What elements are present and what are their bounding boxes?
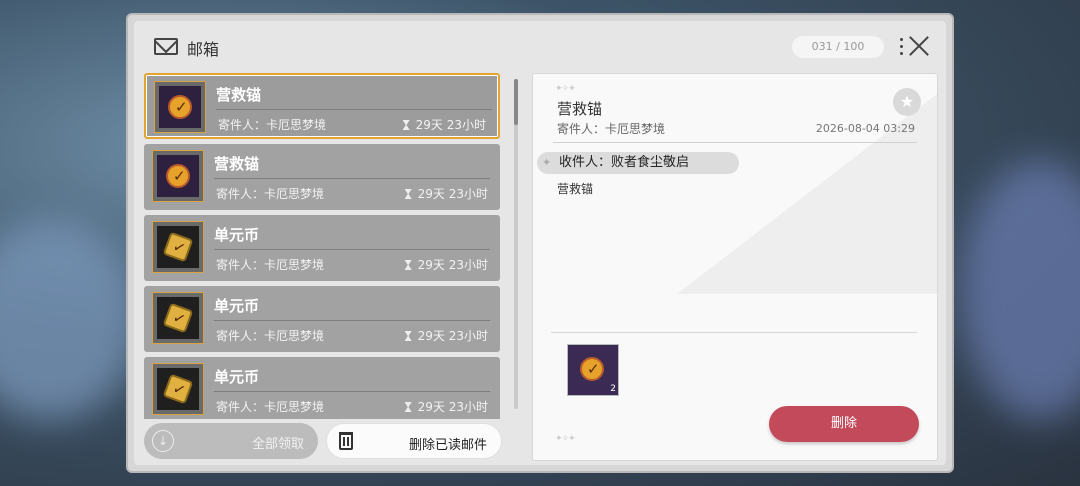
attachment-quantity: 2 <box>610 384 616 394</box>
hourglass-icon <box>402 120 410 130</box>
recipient-text: 收件人：败者食尘敬启 <box>559 155 690 170</box>
expiry-text: 29天 23小时 <box>415 118 486 132</box>
expiry-text: 29天 23小时 <box>417 258 488 272</box>
sparkle-icon: ✦✧✦ <box>555 84 576 94</box>
mailbox-panel: 邮箱 031 / 100 营救锚 寄件人：卡厄思梦境 29天 23小时 营救锚 … <box>134 21 946 465</box>
mail-item-sender: 寄件人：卡厄思梦境 <box>218 118 327 132</box>
background-blur <box>0 220 140 420</box>
mail-item-sender: 寄件人：卡厄思梦境 <box>216 329 325 343</box>
mail-item-sender: 寄件人：卡厄思梦境 <box>216 187 325 201</box>
mail-icon <box>154 38 178 55</box>
detail-title: 营救锚 <box>557 100 603 118</box>
hourglass-icon <box>404 189 412 199</box>
mail-item-name: 营救锚 <box>216 86 262 104</box>
mail-item-expiry: 29天 23小时 <box>404 185 488 202</box>
mail-detail: ✦✧✦ ✦✧✦ 营救锚 寄件人：卡厄思梦境 2026-08-04 03:29 ★… <box>532 73 938 461</box>
mail-count: 031 / 100 <box>792 36 884 58</box>
mailbox-window: 邮箱 031 / 100 营救锚 寄件人：卡厄思梦境 29天 23小时 营救锚 … <box>126 13 954 473</box>
mail-item-sender: 寄件人：卡厄思梦境 <box>216 258 325 272</box>
divider <box>214 249 490 250</box>
mail-list-scrollbar[interactable] <box>514 79 518 409</box>
hourglass-icon <box>404 331 412 341</box>
mail-item-name: 单元币 <box>214 226 260 244</box>
recipient-pill: ✦ 收件人：败者食尘敬启 <box>537 152 739 174</box>
delete-button[interactable]: 删除 <box>769 406 919 442</box>
hourglass-icon <box>404 260 412 270</box>
anchor-icon <box>154 81 206 133</box>
trash-icon <box>339 432 353 450</box>
scrollbar-thumb[interactable] <box>514 79 518 125</box>
mail-item[interactable]: 单元币 寄件人：卡厄思梦境 29天 23小时 <box>144 286 500 352</box>
detail-body: 营救锚 <box>557 182 594 196</box>
sparkle-icon: ✦✧✦ <box>555 434 576 444</box>
anchor-icon <box>152 150 204 202</box>
detail-date: 2026-08-04 03:29 <box>815 122 915 135</box>
background-blur <box>960 160 1080 420</box>
divider <box>216 109 492 110</box>
mail-item-expiry: 29天 23小时 <box>404 256 488 273</box>
claim-all-label: 全部领取 <box>251 437 304 452</box>
mail-item-sender: 寄件人：卡厄思梦境 <box>216 400 325 414</box>
attachment-anchor-icon[interactable]: 2 <box>567 344 619 396</box>
hourglass-icon <box>404 402 412 412</box>
claim-all-button[interactable]: ↓ 全部领取 <box>144 423 318 459</box>
mail-item-expiry: 29天 23小时 <box>404 327 488 344</box>
mail-item-name: 单元币 <box>214 297 260 315</box>
mail-item[interactable]: 营救锚 寄件人：卡厄思梦境 29天 23小时 <box>144 144 500 210</box>
divider <box>214 320 490 321</box>
page-title: 邮箱 <box>187 40 220 59</box>
detail-sender: 寄件人：卡厄思梦境 <box>557 122 666 136</box>
mail-item-expiry: 29天 23小时 <box>404 398 488 415</box>
mail-item-name: 营救锚 <box>214 155 260 173</box>
coin-icon <box>152 221 204 273</box>
divider <box>214 178 490 179</box>
mail-item[interactable]: 单元币 寄件人：卡厄思梦境 29天 23小时 <box>144 215 500 281</box>
delete-read-button[interactable]: 删除已读邮件 <box>326 423 502 459</box>
download-icon: ↓ <box>152 430 174 452</box>
more-options-icon[interactable] <box>900 38 904 56</box>
delete-read-label: 删除已读邮件 <box>408 438 487 453</box>
divider <box>553 142 917 143</box>
mail-list: 营救锚 寄件人：卡厄思梦境 29天 23小时 营救锚 寄件人：卡厄思梦境 29天… <box>144 73 506 419</box>
mail-item[interactable]: 营救锚 寄件人：卡厄思梦境 29天 23小时 <box>144 73 500 139</box>
divider <box>551 332 917 333</box>
header: 邮箱 031 / 100 <box>134 21 946 69</box>
mail-item[interactable]: 单元币 寄件人：卡厄思梦境 29天 23小时 <box>144 357 500 419</box>
close-icon[interactable] <box>908 35 930 57</box>
coin-icon <box>152 292 204 344</box>
coin-icon <box>152 363 204 415</box>
mail-item-name: 单元币 <box>214 368 260 386</box>
divider <box>214 391 490 392</box>
mail-item-expiry: 29天 23小时 <box>402 116 486 133</box>
expiry-text: 29天 23小时 <box>417 329 488 343</box>
sparkle-icon: ✦ <box>542 156 552 169</box>
expiry-text: 29天 23小时 <box>417 400 488 414</box>
star-icon[interactable]: ★ <box>893 88 921 116</box>
expiry-text: 29天 23小时 <box>417 187 488 201</box>
